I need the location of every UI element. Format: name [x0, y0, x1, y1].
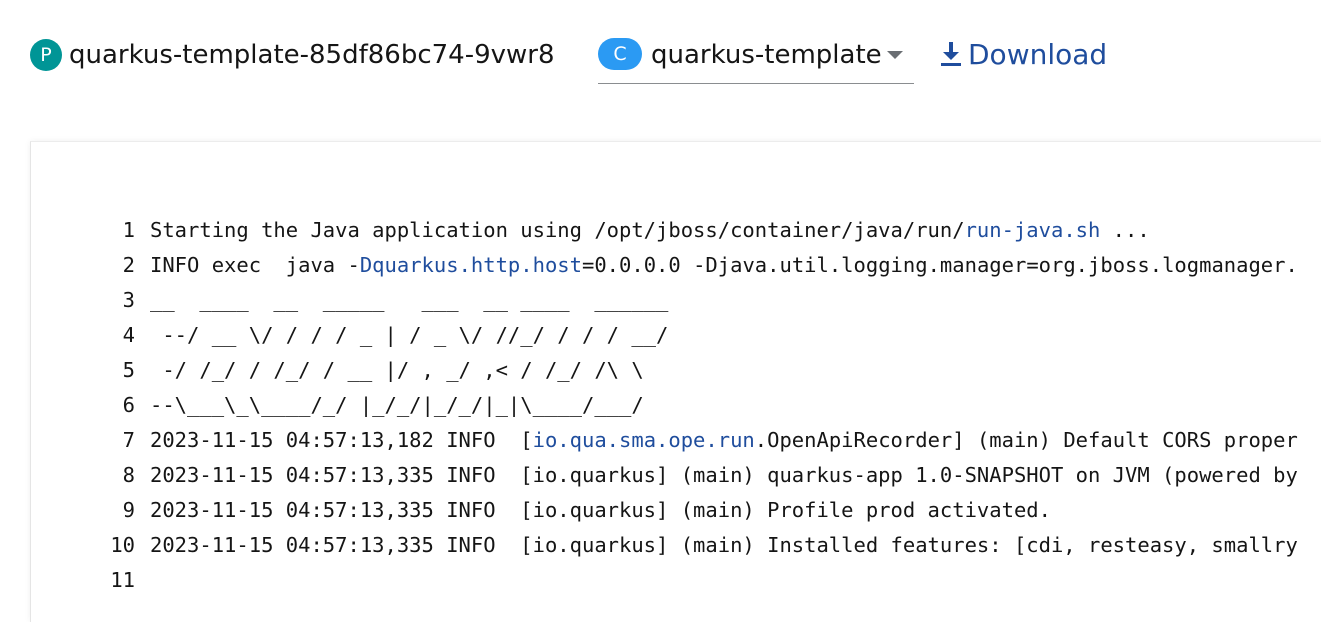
log-line: 3 __ ____ __ _____ ___ __ ____ ______	[31, 282, 1321, 317]
log-line: 5 -/ /_/ / /_/ / __ |/ , _/ ,< / /_/ /\ …	[31, 352, 1321, 387]
log-text-segment: 2023-11-15 04:57:13,182 INFO [	[150, 427, 533, 452]
log-line-text: 2023-11-15 04:57:13,182 INFO [io.qua.sma…	[150, 428, 1298, 452]
container-badge: C	[598, 38, 642, 70]
log-text-segment: .OpenApiRecorder] (main) Default CORS pr…	[754, 427, 1298, 452]
log-line-text: INFO exec java -Dquarkus.http.host=0.0.0…	[150, 253, 1298, 277]
line-number: 4	[122, 322, 135, 347]
log-text-segment: INFO exec java -	[150, 252, 360, 277]
log-viewer[interactable]: 1 Starting the Java application using /op…	[30, 141, 1321, 622]
log-text-segment: -/ /_/ / /_/ / __ |/ , _/ ,< / /_/ /\ \	[150, 357, 644, 382]
log-line: 2 INFO exec java -Dquarkus.http.host=0.0.…	[31, 247, 1321, 282]
download-button[interactable]: Download	[940, 36, 1107, 72]
line-number: 10	[110, 532, 135, 557]
line-number: 5	[122, 357, 135, 382]
log-line: 10 2023-11-15 04:57:13,335 INFO [io.quark…	[31, 527, 1321, 562]
line-number: 6	[122, 392, 135, 417]
line-number: 9	[122, 497, 135, 522]
log-text-segment: =0.0.0.0 -Djava.util.logging.manager=org…	[582, 252, 1298, 277]
log-text-segment: 2023-11-15 04:57:13,335 INFO [io.quarkus…	[150, 532, 1298, 557]
log-line-text: --/ __ \/ / / / _ | / _ \/ //_/ / / / __…	[150, 323, 668, 347]
log-text-segment: --\___\_\____/_/ |_/_/|_/_/|_|\____/___/	[150, 392, 644, 417]
line-number: 8	[122, 462, 135, 487]
log-line-text: 2023-11-15 04:57:13,335 INFO [io.quarkus…	[150, 498, 1051, 522]
pod-name: quarkus-template-85df86bc74-9vwr8	[69, 40, 555, 70]
log-link[interactable]: io.qua.sma.ope.run	[533, 428, 755, 452]
line-number: 3	[122, 287, 135, 312]
container-select[interactable]: C quarkus-template	[598, 38, 914, 84]
pod-badge: P	[30, 39, 62, 71]
log-line-text: -/ /_/ / /_/ / __ |/ , _/ ,< / /_/ /\ \	[150, 357, 644, 382]
log-line: 11	[31, 562, 1321, 597]
log-link[interactable]: Dquarkus.http.host	[360, 253, 582, 277]
log-text-segment: 2023-11-15 04:57:13,335 INFO [io.quarkus…	[150, 462, 1298, 487]
log-line: 6 --\___\_\____/_/ |_/_/|_/_/|_|\____/___…	[31, 387, 1321, 422]
log-line-text: 2023-11-15 04:57:13,335 INFO [io.quarkus…	[150, 463, 1298, 487]
log-line: 8 2023-11-15 04:57:13,335 INFO [io.quarku…	[31, 457, 1321, 492]
log-text-segment: 2023-11-15 04:57:13,335 INFO [io.quarkus…	[150, 497, 1051, 522]
log-text-segment: --/ __ \/ / / / _ | / _ \/ //_/ / / / __…	[150, 322, 669, 347]
download-icon	[940, 41, 962, 67]
pod-resource-link[interactable]: P quarkus-template-85df86bc74-9vwr8	[30, 38, 555, 72]
log-line: 4 --/ __ \/ / / / _ | / _ \/ //_/ / / / …	[31, 317, 1321, 352]
line-number: 11	[110, 567, 135, 592]
caret-down-icon	[887, 51, 903, 59]
log-lines: 1 Starting the Java application using /op…	[31, 212, 1321, 597]
log-line-text: Starting the Java application using /opt…	[150, 218, 1150, 242]
container-select-value: quarkus-template	[651, 40, 882, 70]
log-text-segment: Starting the Java application using /opt…	[150, 217, 965, 242]
line-number: 2	[122, 252, 135, 277]
log-line: 9 2023-11-15 04:57:13,335 INFO [io.quarku…	[31, 492, 1321, 527]
log-line: 1 Starting the Java application using /op…	[31, 212, 1321, 247]
log-toolbar: P quarkus-template-85df86bc74-9vwr8 C qu…	[0, 0, 1321, 110]
line-number: 1	[122, 217, 135, 242]
log-text-segment: __ ____ __ _____ ___ __ ____ ______	[150, 287, 669, 312]
log-line-text: 2023-11-15 04:57:13,335 INFO [io.quarkus…	[150, 533, 1298, 557]
log-line-text: --\___\_\____/_/ |_/_/|_/_/|_|\____/___/	[150, 393, 644, 417]
log-text-segment: ...	[1100, 217, 1150, 242]
log-line: 7 2023-11-15 04:57:13,182 INFO [io.qua.sm…	[31, 422, 1321, 457]
download-label: Download	[968, 37, 1108, 71]
log-line-text: __ ____ __ _____ ___ __ ____ ______	[150, 288, 668, 312]
log-link[interactable]: run-java.sh	[965, 218, 1101, 242]
line-number: 7	[122, 427, 135, 452]
